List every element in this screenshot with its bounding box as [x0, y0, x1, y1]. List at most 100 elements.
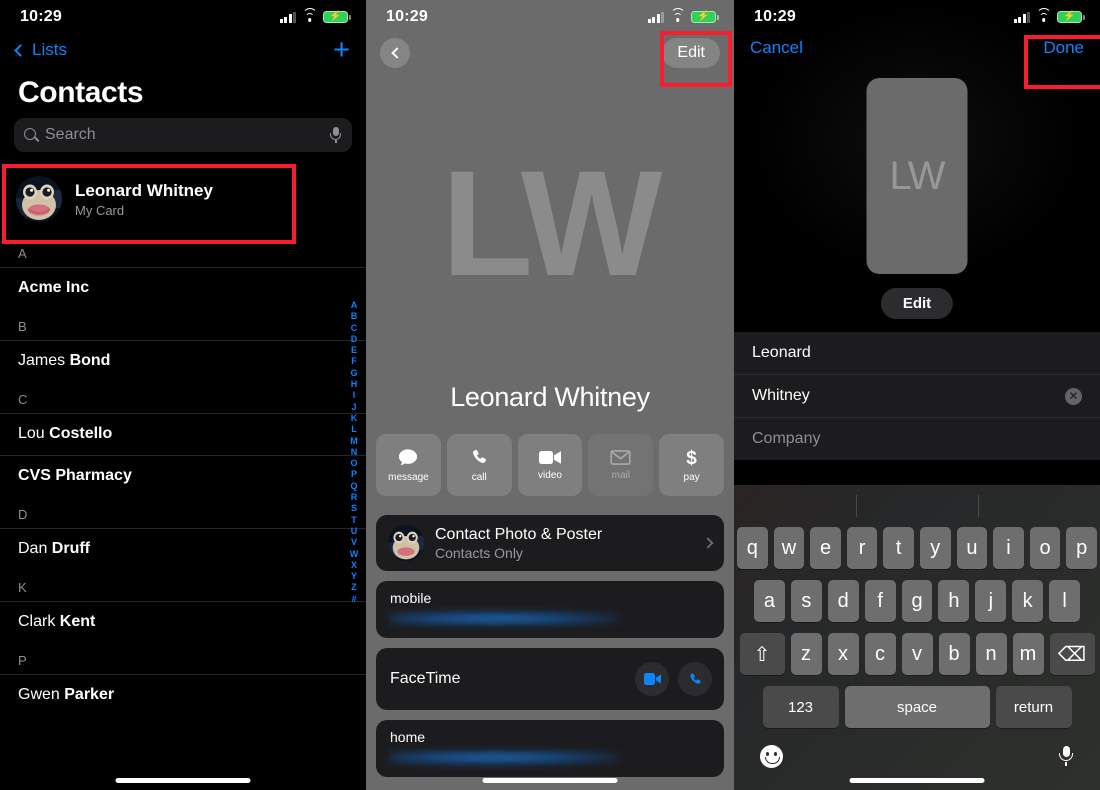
index-letter[interactable]: E — [351, 345, 357, 356]
return-key[interactable]: return — [995, 686, 1072, 728]
microphone-icon[interactable] — [1058, 745, 1074, 768]
contact-row[interactable]: Dan Druff — [0, 528, 366, 570]
edit-photo-button[interactable]: Edit — [880, 288, 954, 319]
edit-field[interactable]: Whitney ✕ — [734, 374, 1100, 417]
index-letter[interactable]: O — [350, 458, 357, 469]
key-p[interactable]: p — [1066, 527, 1097, 569]
index-letter[interactable]: T — [351, 515, 357, 526]
key-j[interactable]: j — [975, 580, 1007, 622]
key-m[interactable]: m — [1012, 633, 1044, 675]
key-g[interactable]: g — [901, 580, 933, 622]
index-letter[interactable]: B — [351, 311, 358, 322]
index-letter[interactable]: J — [351, 402, 356, 413]
contact-row[interactable]: CVS Pharmacy — [0, 455, 366, 497]
key-c[interactable]: c — [864, 633, 896, 675]
action-call[interactable]: call — [446, 434, 512, 496]
key-x[interactable]: x — [827, 633, 859, 675]
index-letter[interactable]: H — [351, 379, 358, 390]
index-letter[interactable]: X — [351, 560, 357, 571]
key-h[interactable]: h — [938, 580, 970, 622]
index-letter[interactable]: # — [351, 594, 356, 605]
backspace-key[interactable]: ⌫ — [1049, 633, 1095, 675]
index-letter[interactable]: C — [351, 323, 358, 334]
emoji-smiley-icon[interactable] — [760, 745, 783, 768]
key-l[interactable]: l — [1049, 580, 1081, 622]
contact-row[interactable]: Acme Inc — [0, 267, 366, 309]
mobile-field[interactable]: mobile — [376, 581, 724, 638]
key-k[interactable]: k — [1012, 580, 1044, 622]
shift-key[interactable]: ⇧ — [739, 633, 785, 675]
contact-row[interactable]: James Bond — [0, 340, 366, 382]
contact-row[interactable]: Clark Kent — [0, 601, 366, 643]
index-letter[interactable]: S — [351, 503, 357, 514]
index-letter[interactable]: P — [351, 469, 357, 480]
key-d[interactable]: d — [827, 580, 859, 622]
key-v[interactable]: v — [901, 633, 933, 675]
index-letter[interactable]: Y — [351, 571, 357, 582]
facetime-audio-button[interactable] — [678, 662, 712, 696]
index-letter[interactable]: M — [350, 436, 358, 447]
numbers-key[interactable]: 123 — [762, 686, 839, 728]
index-letter[interactable]: I — [353, 390, 356, 401]
key-i[interactable]: i — [993, 527, 1024, 569]
index-letter[interactable]: G — [350, 368, 357, 379]
index-letter[interactable]: Z — [351, 582, 357, 593]
edit-nav-bar: Cancel Done — [734, 34, 1100, 58]
space-key[interactable]: space — [844, 686, 990, 728]
key-w[interactable]: w — [773, 527, 805, 569]
cancel-button[interactable]: Cancel — [750, 38, 803, 58]
facetime-row: FaceTime — [376, 648, 724, 710]
key-n[interactable]: n — [975, 633, 1007, 675]
key-s[interactable]: s — [790, 580, 822, 622]
clear-field-button[interactable]: ✕ — [1065, 387, 1082, 405]
index-letter[interactable]: D — [351, 334, 358, 345]
add-contact-button[interactable]: + — [333, 35, 350, 65]
index-letter[interactable]: L — [351, 424, 357, 435]
alphabet-index-scrubber[interactable]: A B C D E F G H I J K L M N O P Q R S T U V W X Y Z # — [347, 300, 361, 605]
action-pay[interactable]: $ pay — [659, 434, 724, 496]
key-o[interactable]: o — [1029, 527, 1061, 569]
index-letter[interactable]: W — [350, 549, 359, 560]
index-letter[interactable]: U — [351, 526, 358, 537]
key-q[interactable]: q — [737, 527, 768, 569]
my-card-row[interactable]: Leonard Whitney My Card — [0, 164, 366, 236]
back-button[interactable] — [380, 38, 410, 68]
edit-field[interactable]: Leonard — [734, 332, 1100, 374]
edit-field[interactable]: Company — [734, 417, 1100, 460]
index-letter[interactable]: Q — [350, 481, 357, 492]
key-r[interactable]: r — [846, 527, 878, 569]
contact-row[interactable]: Lou Costello — [0, 413, 366, 455]
mobile-phone-block[interactable]: mobile — [376, 581, 724, 638]
back-to-lists-button[interactable]: Lists — [14, 40, 67, 60]
index-letter[interactable]: V — [351, 537, 357, 548]
field-placeholder: Company — [752, 430, 821, 447]
home-field[interactable]: home — [376, 720, 724, 777]
key-u[interactable]: u — [956, 527, 988, 569]
index-letter[interactable]: K — [351, 413, 358, 424]
key-z[interactable]: z — [790, 633, 822, 675]
facetime-video-button[interactable] — [635, 662, 669, 696]
index-letter[interactable]: N — [351, 447, 358, 458]
action-video[interactable]: video — [517, 434, 583, 496]
contact-photo-poster-row[interactable]: Contact Photo & Poster Contacts Only — [376, 515, 724, 571]
search-input[interactable]: Search — [14, 118, 352, 152]
key-a[interactable]: a — [754, 580, 785, 622]
contact-row[interactable]: Gwen Parker — [0, 674, 366, 716]
contact-poster-thumbnail[interactable]: LW — [866, 78, 968, 274]
index-letter[interactable]: F — [351, 356, 357, 367]
edit-button[interactable]: Edit — [662, 38, 720, 68]
microphone-icon[interactable] — [329, 127, 342, 143]
key-t[interactable]: t — [883, 527, 914, 569]
index-letter[interactable]: R — [351, 492, 358, 503]
key-y[interactable]: y — [920, 527, 951, 569]
key-e[interactable]: e — [810, 527, 841, 569]
index-letter[interactable]: A — [351, 300, 358, 311]
dollar-icon: $ — [685, 447, 698, 467]
key-b[interactable]: b — [938, 633, 970, 675]
predictive-text-bar[interactable] — [734, 485, 1100, 527]
action-message[interactable]: message — [376, 434, 441, 496]
key-f[interactable]: f — [864, 580, 896, 622]
status-clock: 10:29 — [20, 8, 62, 25]
done-button[interactable]: Done — [1043, 38, 1084, 58]
home-phone-block[interactable]: home — [376, 720, 724, 777]
